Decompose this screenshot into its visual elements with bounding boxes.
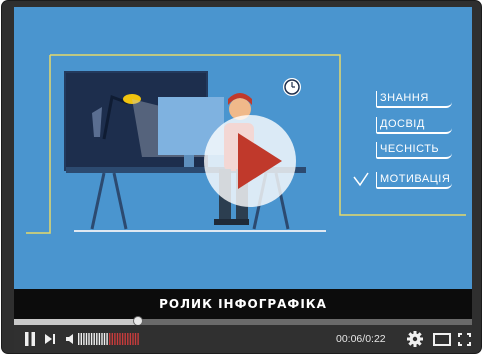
volume-level-tick [93,333,95,345]
time-display: 00:06/0:22 [336,333,386,345]
volume-level-tick [85,333,88,345]
volume-level-tick [116,333,119,345]
video-frame[interactable]: ЗНАННЯ ДОСВІД ЧЕСНІСТЬ МОТИВАЦІЯ [14,7,472,289]
volume-level-tick [132,333,134,345]
gear-icon[interactable] [406,330,424,348]
volume-level-tick [129,333,132,345]
volume-level-tick [101,333,103,345]
video-caption-bar: РОЛИК ІНФОГРАФІКА [14,289,472,319]
word-motyvatsiia: МОТИВАЦІЯ [376,172,452,189]
volume-level-tick [127,333,129,345]
fullscreen-icon[interactable] [456,331,472,347]
volume-level-tick [90,333,93,345]
word-dosvid: ДОСВІД [376,117,452,134]
volume-level-tick [111,333,113,345]
volume-level-tick [121,333,124,345]
volume-level-tick [83,333,85,345]
volume-level-tick [109,333,111,345]
next-icon[interactable] [42,331,58,347]
word-znannia: ЗНАННЯ [376,91,452,108]
word-chesnist: ЧЕСНІСТЬ [376,142,452,159]
volume-level-tick [137,333,139,345]
duration: 0:22 [365,333,386,345]
current-time: 00:06 [336,333,363,345]
theater-mode-icon[interactable] [432,331,452,347]
volume-level-tick [96,333,98,345]
volume-level-tick [114,333,116,345]
volume-level-tick [80,333,82,345]
control-bar: 00:06/0:22 [14,325,472,353]
volume-level-tick [134,333,137,345]
volume-icon[interactable] [64,331,78,347]
pause-icon[interactable] [22,331,38,347]
volume-level-tick [124,333,126,345]
video-player: ЗНАННЯ ДОСВІД ЧЕСНІСТЬ МОТИВАЦІЯ РОЛИК І… [2,1,481,353]
volume-level-tick [106,333,108,345]
volume-level-tick [103,333,106,345]
volume-slider[interactable] [78,333,140,345]
video-caption: РОЛИК ІНФОГРАФІКА [159,297,327,311]
volume-level-tick [78,333,80,345]
volume-level-tick [88,333,90,345]
volume-level-tick [98,333,101,345]
play-icon[interactable] [204,115,296,207]
volume-level-tick [119,333,121,345]
